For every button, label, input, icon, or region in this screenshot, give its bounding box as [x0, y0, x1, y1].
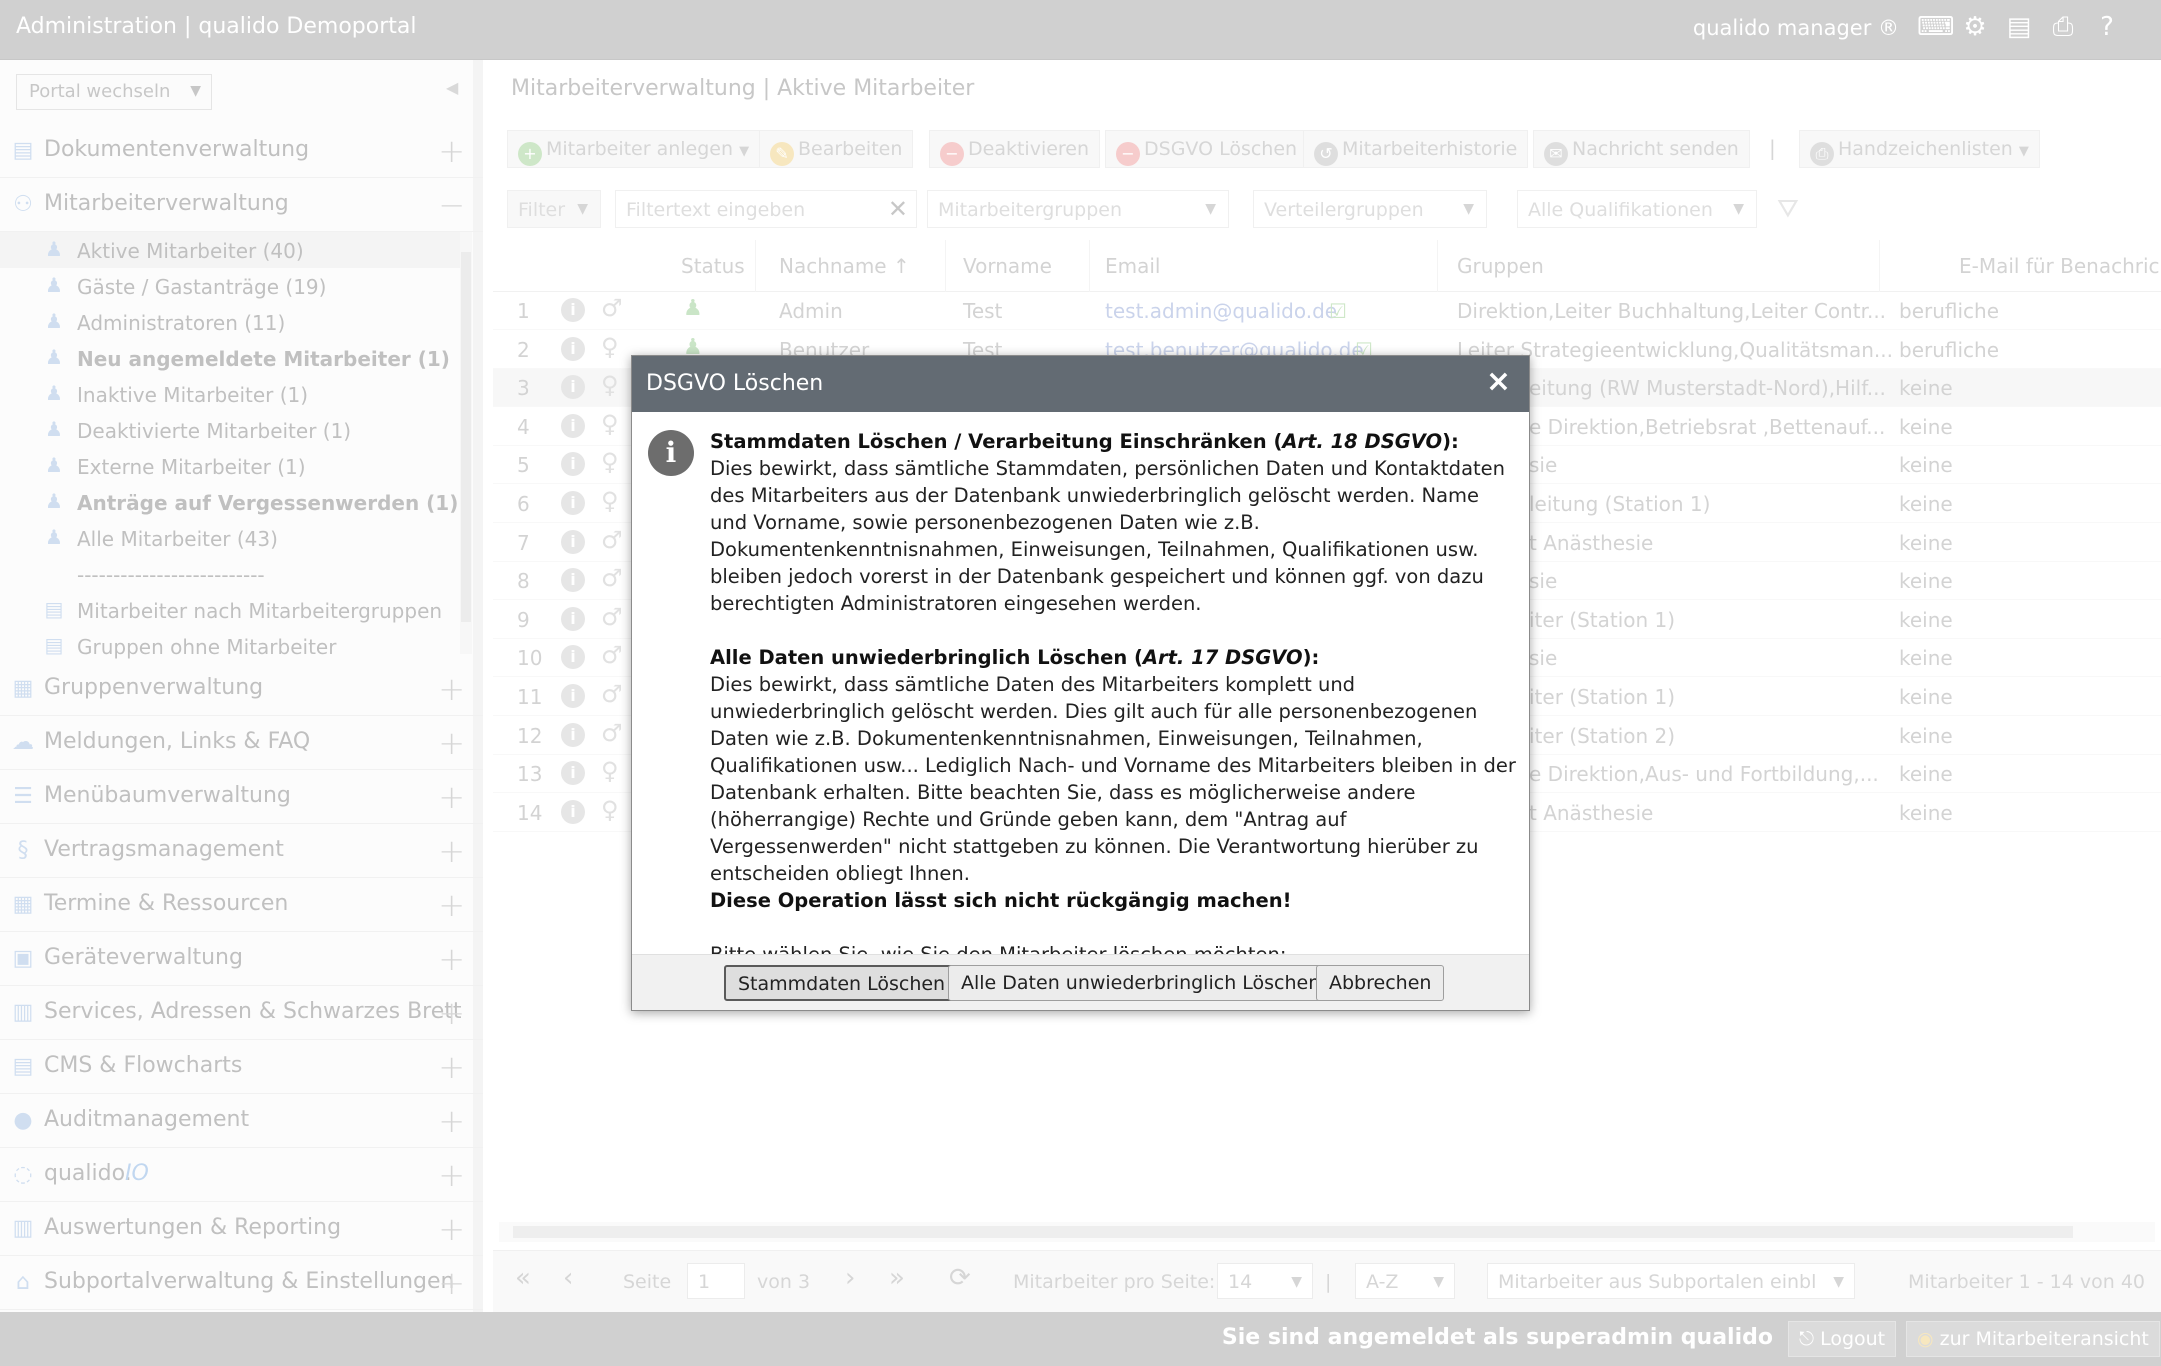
delete-all-data-button[interactable]: Alle Daten unwiederbringlich Löschen: [948, 965, 1334, 1001]
all-data-heading: Alle Daten unwiederbringlich Löschen (Ar…: [710, 646, 1320, 669]
dialog-body: i Stammdaten Löschen / Verarbeitung Eins…: [632, 412, 1529, 966]
dialog-header: DSGVO Löschen ×: [632, 356, 1529, 412]
irreversible-warning: Diese Operation lässt sich nicht rückgän…: [710, 889, 1292, 912]
close-icon[interactable]: ×: [1486, 364, 1511, 399]
dialog-message: Stammdaten Löschen / Verarbeitung Einsch…: [710, 428, 1518, 968]
cancel-button[interactable]: Abbrechen: [1316, 965, 1445, 1001]
all-data-description: Dies bewirkt, dass sämtliche Daten des M…: [710, 673, 1516, 885]
gdpr-delete-dialog: DSGVO Löschen × i Stammdaten Löschen / V…: [631, 355, 1530, 1011]
dialog-footer: Stammdaten Löschen Alle Daten unwiederbr…: [632, 954, 1529, 1010]
info-icon: i: [648, 430, 694, 476]
delete-master-data-button[interactable]: Stammdaten Löschen: [724, 965, 960, 1001]
master-data-description: Dies bewirkt, dass sämtliche Stammdaten,…: [710, 457, 1506, 615]
master-data-heading: Stammdaten Löschen / Verarbeitung Einsch…: [710, 430, 1459, 453]
dialog-title: DSGVO Löschen: [646, 371, 824, 396]
